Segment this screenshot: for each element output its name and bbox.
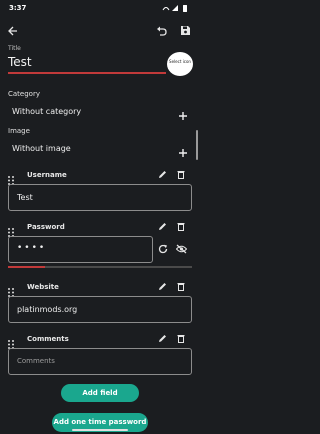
undo-icon[interactable] (156, 26, 167, 36)
edit-icon[interactable] (158, 282, 167, 291)
edit-icon[interactable] (158, 222, 167, 231)
add-image-plus-icon[interactable] (178, 143, 188, 162)
field-header-password: Password (0, 220, 200, 237)
edit-icon[interactable] (158, 334, 167, 343)
app-bar (0, 20, 200, 44)
select-icon-button[interactable]: Select icon (167, 52, 193, 76)
image-label: Image (8, 127, 30, 135)
add-field-button[interactable]: Add field (61, 384, 139, 402)
field-name-comments: Comments (27, 335, 69, 343)
status-icons (161, 4, 191, 12)
comments-field[interactable]: Comments (8, 348, 192, 375)
password-strength-fill (8, 266, 45, 268)
field-name-password: Password (27, 223, 65, 231)
edit-icon[interactable] (158, 170, 167, 179)
comments-placeholder: Comments (17, 357, 55, 365)
field-name-website: Website (27, 283, 59, 291)
delete-icon[interactable] (177, 170, 185, 179)
gesture-nav-handle[interactable] (72, 429, 128, 431)
field-header-website: Website (0, 280, 200, 297)
field-name-username: Username (27, 171, 67, 179)
category-label: Category (8, 90, 40, 98)
password-strength-bar (8, 266, 192, 268)
back-arrow-icon[interactable] (8, 26, 18, 36)
scrollbar[interactable] (196, 130, 198, 160)
password-field[interactable]: •••• (8, 236, 153, 263)
website-field[interactable]: platinmods.org (8, 296, 192, 323)
image-selector[interactable]: Without image (12, 144, 71, 153)
save-icon[interactable] (180, 25, 191, 36)
refresh-icon[interactable] (158, 244, 168, 254)
title-underline (8, 72, 166, 74)
field-header-comments: Comments (0, 332, 200, 349)
username-value: Test (17, 193, 33, 202)
status-bar: 3:37 (0, 0, 200, 16)
delete-icon[interactable] (177, 334, 185, 343)
category-selector[interactable]: Without category (12, 107, 81, 116)
delete-icon[interactable] (177, 222, 185, 231)
title-input[interactable]: Test (8, 55, 32, 69)
status-time: 3:37 (9, 4, 27, 12)
password-value: •••• (17, 243, 47, 253)
username-field[interactable]: Test (8, 184, 192, 211)
field-header-username: Username (0, 168, 200, 185)
visibility-off-icon[interactable] (176, 244, 187, 254)
website-value: platinmods.org (17, 305, 78, 314)
delete-icon[interactable] (177, 282, 185, 291)
add-category-plus-icon[interactable] (178, 106, 188, 125)
title-label: Title (8, 45, 21, 52)
